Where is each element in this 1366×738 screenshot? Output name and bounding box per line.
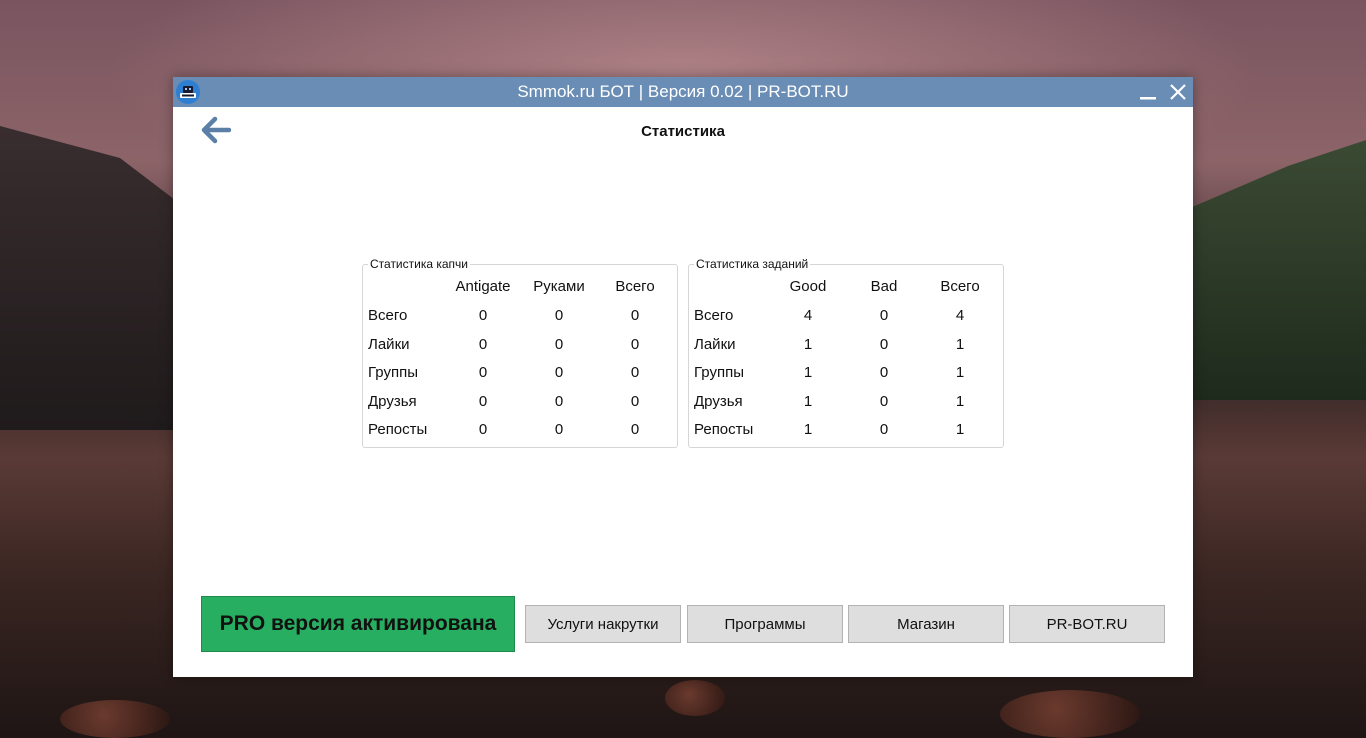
stat-value: 1 [955, 392, 965, 410]
captcha-stats-group: Статистика капчи Antigate Руками Всего В… [362, 257, 679, 448]
close-icon[interactable] [1166, 80, 1190, 104]
row-label: Репосты [368, 421, 428, 438]
stat-value: 0 [554, 392, 564, 410]
table-row: Всего 0 0 0 [363, 305, 679, 327]
table-row: Репосты 1 0 1 [689, 419, 1005, 441]
stat-value: 0 [478, 392, 488, 410]
stat-value: 0 [478, 364, 488, 381]
pro-status-banner: PRO версия активирована [201, 596, 515, 652]
window-title: Smmok.ru БОТ | Версия 0.02 | PR-BOT.RU [517, 82, 849, 101]
stat-value: 1 [955, 335, 965, 353]
stat-value: 0 [478, 421, 488, 438]
stat-value: 1 [803, 392, 813, 410]
stat-value: 1 [955, 421, 965, 438]
stat-value: 0 [630, 335, 640, 353]
page-title: Статистика [641, 123, 725, 140]
minimize-icon[interactable] [1136, 80, 1160, 104]
pr-bot-link-button[interactable]: PR-BOT.RU [1009, 605, 1165, 643]
stat-value: 1 [803, 421, 813, 438]
stat-value: 0 [630, 364, 640, 381]
table-row: Группы 1 0 1 [689, 362, 1005, 384]
stat-value: 0 [554, 364, 564, 381]
table-row: Лайки 0 0 0 [363, 334, 679, 356]
row-label: Всего [694, 307, 734, 324]
column-header: Good [789, 278, 827, 295]
stat-value: 0 [630, 421, 640, 438]
app-window: Smmok.ru БОТ | Версия 0.02 | PR-BOT.RU С… [173, 77, 1193, 677]
stat-value: 0 [879, 335, 889, 353]
table-row: Всего 4 0 4 [689, 305, 1005, 327]
stat-value: 0 [478, 307, 488, 324]
row-label: Всего [368, 307, 408, 324]
task-stats-title: Статистика заданий [694, 257, 811, 271]
background-rock [1000, 690, 1140, 738]
table-row: Друзья 1 0 1 [689, 391, 1005, 413]
stat-value: 0 [879, 421, 889, 438]
stat-value: 4 [955, 307, 965, 324]
stat-value: 4 [803, 307, 813, 324]
row-label: Группы [694, 364, 744, 381]
stat-value: 0 [879, 364, 889, 381]
column-header: Всего [940, 278, 980, 295]
stat-value: 1 [955, 364, 965, 381]
table-row: Репосты 0 0 0 [363, 419, 679, 441]
shop-button[interactable]: Магазин [848, 605, 1004, 643]
stat-value: 0 [478, 335, 488, 353]
row-label: Лайки [368, 335, 410, 353]
stat-value: 1 [803, 335, 813, 353]
column-header: Руками [533, 278, 585, 295]
row-label: Лайки [694, 335, 736, 353]
programs-button[interactable]: Программы [687, 605, 843, 643]
background-rock [60, 700, 170, 738]
stat-value: 0 [879, 307, 889, 324]
boost-services-button[interactable]: Услуги накрутки [525, 605, 681, 643]
stat-value: 0 [554, 307, 564, 324]
table-row: Группы 0 0 0 [363, 362, 679, 384]
title-bar[interactable]: Smmok.ru БОТ | Версия 0.02 | PR-BOT.RU [173, 77, 1193, 107]
stat-value: 0 [630, 307, 640, 324]
stat-value: 1 [803, 364, 813, 381]
background-rock [665, 680, 725, 716]
stat-value: 0 [554, 335, 564, 353]
stat-value: 0 [630, 392, 640, 410]
captcha-stats-header: Antigate Руками Всего [363, 276, 679, 298]
row-label: Друзья [368, 392, 417, 410]
captcha-stats-title: Статистика капчи [368, 257, 470, 271]
table-row: Друзья 0 0 0 [363, 391, 679, 413]
row-label: Друзья [694, 392, 743, 410]
table-row: Лайки 1 0 1 [689, 334, 1005, 356]
task-stats-group: Статистика заданий Good Bad Всего Всего … [688, 257, 1005, 448]
column-header: Bad [870, 278, 898, 295]
stat-value: 0 [879, 392, 889, 410]
stat-value: 0 [554, 421, 564, 438]
column-header: Antigate [455, 278, 511, 295]
column-header: Всего [615, 278, 655, 295]
row-label: Репосты [694, 421, 754, 438]
row-label: Группы [368, 364, 418, 381]
task-stats-header: Good Bad Всего [689, 276, 1005, 298]
